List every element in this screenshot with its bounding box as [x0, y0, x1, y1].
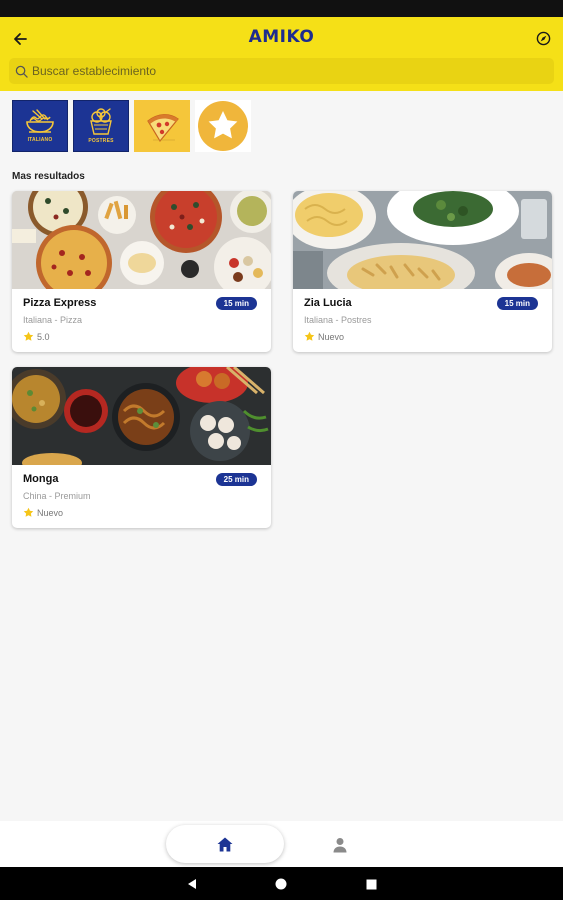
search-input[interactable] [32, 64, 532, 78]
circle-home-icon [275, 878, 287, 890]
category-postres[interactable]: POSTRES [73, 100, 129, 152]
search-icon [15, 65, 28, 78]
system-back-button[interactable] [183, 875, 201, 893]
person-icon [333, 838, 347, 853]
category-italiano[interactable]: ITALIANO [12, 100, 68, 152]
restaurant-tags: China - Premium [23, 491, 91, 501]
restaurant-image [293, 191, 552, 289]
star-icon [23, 507, 34, 517]
category-row: ITALIANO POSTRES [12, 100, 251, 152]
restaurant-rating: Nuevo [304, 331, 344, 342]
star-icon [23, 331, 34, 341]
rating-value: Nuevo [37, 507, 64, 518]
restaurant-image [12, 191, 271, 289]
location-button[interactable] [531, 26, 555, 50]
restaurant-rating: Nuevo [23, 507, 63, 518]
rating-value: 5.0 [37, 331, 50, 342]
category-label: POSTRES [88, 138, 114, 144]
bottom-nav [0, 821, 563, 867]
restaurant-card-zia-lucia[interactable]: Zia Lucia 15 min Italiana - Postres Nuev… [293, 191, 552, 352]
home-icon [217, 837, 233, 851]
restaurant-tags: Italiana - Postres [304, 315, 372, 325]
triangle-back-icon [188, 879, 196, 889]
restaurant-rating: 5.0 [23, 331, 50, 342]
restaurant-name: Monga [23, 473, 59, 485]
restaurant-name: Zia Lucia [304, 297, 352, 309]
pasta-bowl-icon [26, 109, 54, 133]
category-favorites[interactable] [195, 100, 251, 152]
compass-icon [536, 31, 550, 45]
square-recents-icon [366, 879, 376, 889]
star-icon [304, 331, 315, 341]
search-bar[interactable] [9, 58, 554, 84]
system-recents-button[interactable] [362, 875, 380, 893]
restaurant-name: Pizza Express [23, 297, 97, 309]
nav-home-button[interactable] [166, 825, 284, 863]
restaurant-card-monga[interactable]: Monga 25 min China - Premium Nuevo [12, 367, 271, 528]
status-bar [0, 0, 563, 17]
brand-logo: AMIKO [248, 27, 315, 47]
restaurant-image [12, 367, 271, 465]
delivery-time-badge: 15 min [496, 297, 538, 310]
app-header: AMIKO [0, 17, 563, 91]
nav-profile-button[interactable] [326, 833, 354, 857]
pizza-slice-icon [147, 114, 179, 143]
system-home-button[interactable] [272, 875, 290, 893]
restaurant-card-pizza-express[interactable]: Pizza Express 15 min Italiana - Pizza 5.… [12, 191, 271, 352]
ice-cream-cup-icon [90, 108, 112, 135]
system-nav-bar [0, 867, 563, 900]
star-badge-icon [198, 101, 248, 151]
delivery-time-badge: 15 min [215, 297, 257, 310]
section-title: Mas resultados [12, 171, 85, 182]
category-label: ITALIANO [27, 137, 53, 143]
category-pizza[interactable] [134, 100, 190, 152]
restaurant-tags: Italiana - Pizza [23, 315, 83, 325]
delivery-time-badge: 25 min [215, 473, 257, 486]
rating-value: Nuevo [318, 331, 345, 342]
